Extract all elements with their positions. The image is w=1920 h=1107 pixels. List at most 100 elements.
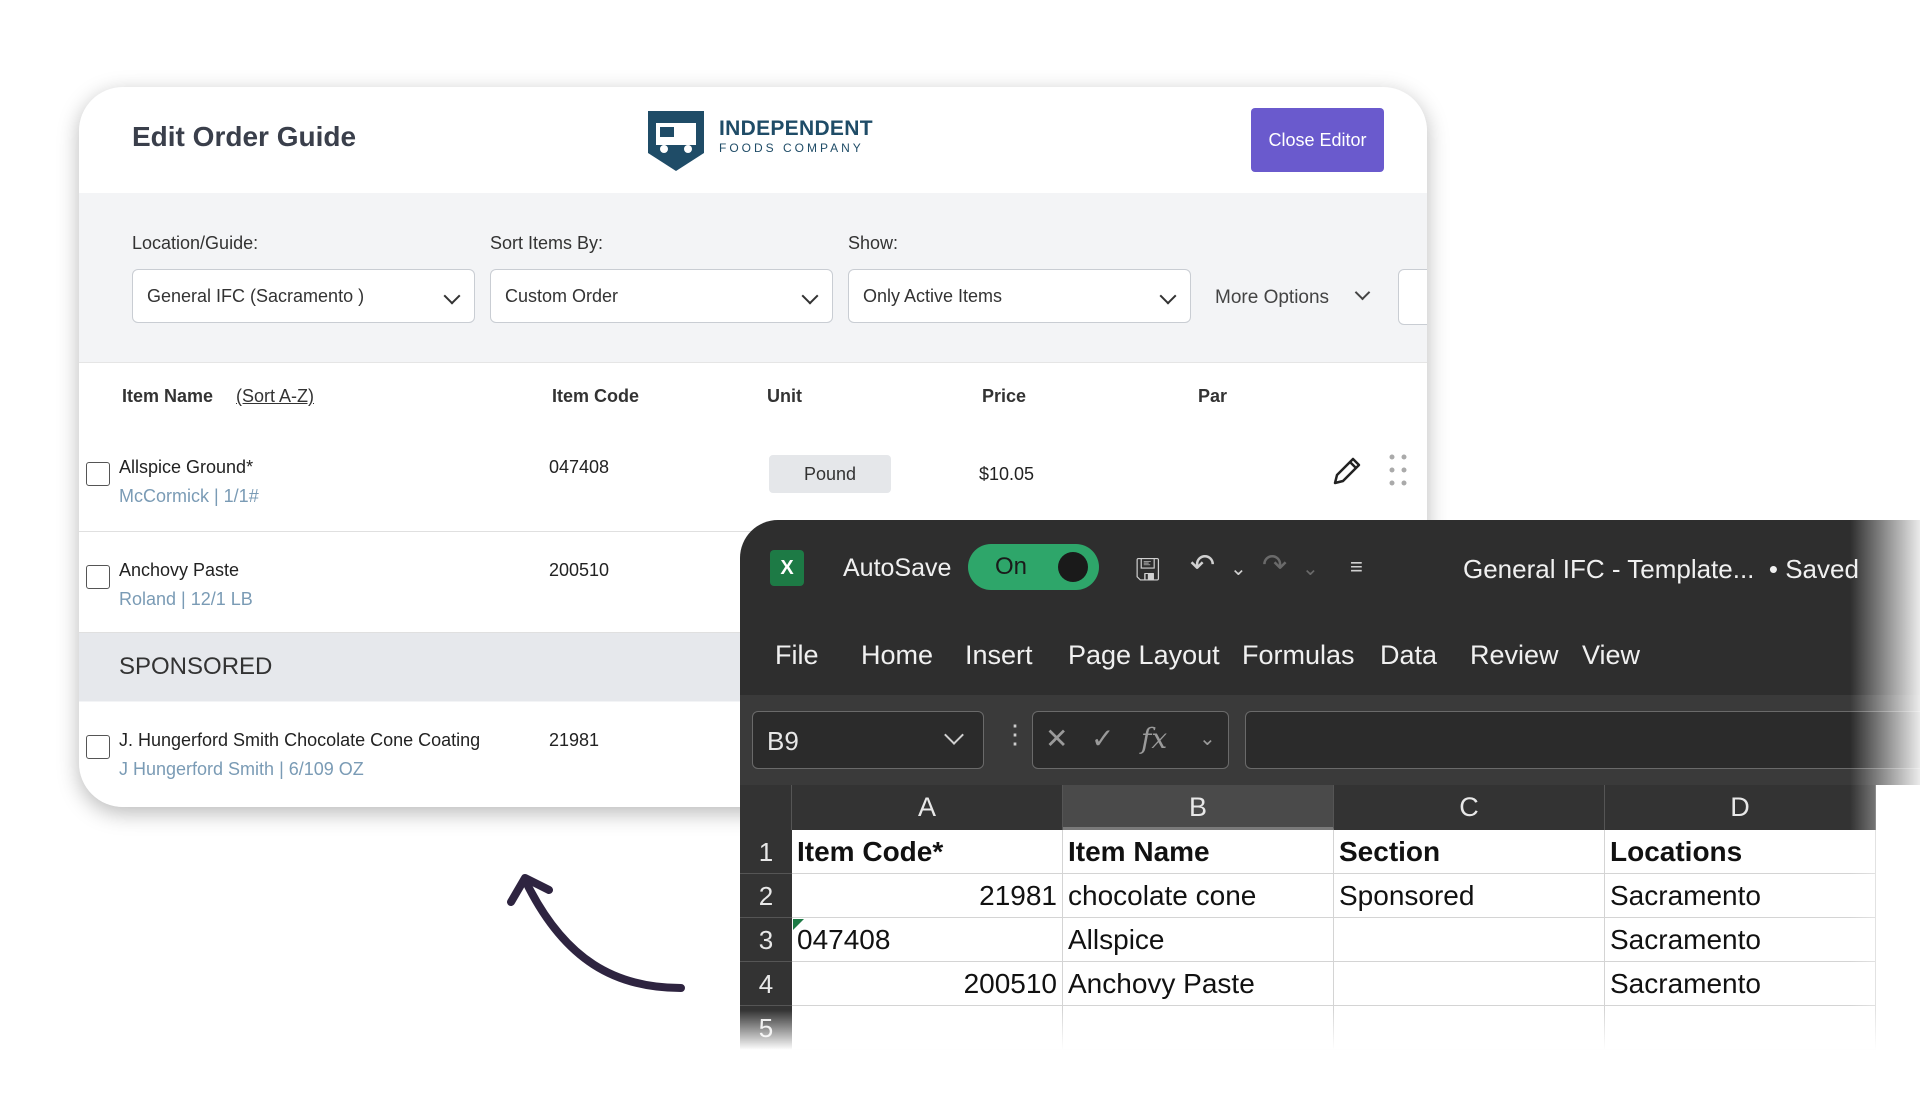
chevron-down-icon	[1354, 284, 1371, 301]
formula-bar: B9 ⋮ ✕ ✓ fx ⌄	[740, 695, 1920, 785]
column-item-name: Item Name	[122, 386, 214, 406]
item-brand-pack: J Hungerford Smith | 6/109 OZ	[119, 759, 364, 779]
page-title: Edit Order Guide	[132, 121, 357, 152]
truck-shield-icon	[648, 111, 704, 171]
row-header-4[interactable]: 4	[740, 962, 792, 1006]
chevron-down-icon[interactable]: ⌄	[1199, 726, 1216, 751]
confirm-icon[interactable]: ✓	[1091, 722, 1114, 755]
item-price: $10.05	[979, 464, 1035, 484]
cell-c3[interactable]	[1334, 918, 1605, 962]
chevron-down-icon	[801, 287, 819, 305]
spreadsheet-grid: A B C D 1 2 3 4 5 Item Code* Item Name S…	[740, 785, 1920, 1050]
menu-review[interactable]: Review	[1470, 640, 1559, 671]
section-label: SPONSORED	[119, 653, 273, 680]
menu-file[interactable]: File	[775, 640, 819, 671]
autosave-label: AutoSave	[843, 554, 952, 582]
cancel-icon[interactable]: ✕	[1045, 722, 1068, 755]
pencil-icon[interactable]	[1329, 453, 1365, 489]
menu-page-layout[interactable]: Page Layout	[1068, 640, 1220, 671]
chevron-down-icon	[944, 725, 964, 745]
cell-b1[interactable]: Item Name	[1063, 830, 1334, 874]
menu-view[interactable]: View	[1582, 640, 1640, 671]
chevron-down-icon[interactable]: ⌄	[1230, 556, 1247, 581]
cell-a2[interactable]: 21981	[792, 874, 1063, 918]
cell-c4[interactable]	[1334, 962, 1605, 1006]
menu-data[interactable]: Data	[1380, 640, 1437, 671]
column-unit: Unit	[767, 386, 802, 406]
insert-function-icon[interactable]: fx	[1141, 722, 1167, 755]
sort-value: Custom Order	[505, 286, 619, 306]
cell-b3[interactable]: Allspice	[1063, 918, 1334, 962]
row-checkbox[interactable]	[86, 462, 110, 486]
formula-controls: ✕ ✓ fx ⌄	[1032, 711, 1229, 769]
chevron-down-icon[interactable]: ⌄	[1302, 556, 1319, 581]
close-editor-button[interactable]: Close Editor	[1251, 108, 1384, 172]
column-price: Price	[982, 386, 1027, 406]
editor-header: Edit Order Guide INDEPENDENT FOODS COMPA…	[79, 87, 1427, 194]
item-name: Allspice Ground*	[119, 457, 254, 477]
item-brand-pack: McCormick | 1/1#	[119, 486, 259, 506]
customize-toolbar-icon[interactable]: ≡	[1350, 554, 1363, 580]
column-header-c[interactable]: C	[1334, 785, 1605, 830]
location-select[interactable]: General IFC (Sacramento )	[132, 269, 475, 323]
item-code: 047408	[549, 457, 610, 477]
cell-b4[interactable]: Anchovy Paste	[1063, 962, 1334, 1006]
company-logo: INDEPENDENT FOODS COMPANY	[642, 107, 873, 175]
sort-select[interactable]: Custom Order	[490, 269, 833, 323]
row-checkbox[interactable]	[86, 565, 110, 589]
cell-b2[interactable]: chocolate cone	[1063, 874, 1334, 918]
drag-handle-icon[interactable]	[1387, 451, 1409, 489]
cell-a3[interactable]: 047408	[792, 918, 1063, 962]
menu-formulas[interactable]: Formulas	[1242, 640, 1355, 671]
toggle-knob	[1058, 552, 1088, 582]
logo-text-primary: INDEPENDENT	[719, 117, 873, 140]
cell-d3[interactable]: Sacramento	[1605, 918, 1876, 962]
location-value: General IFC (Sacramento )	[147, 286, 365, 306]
item-brand-pack: Roland | 12/1 LB	[119, 589, 253, 609]
cell-c1[interactable]: Section	[1334, 830, 1605, 874]
item-code: 21981	[549, 730, 600, 750]
document-title[interactable]: General IFC - Template... • Saved	[1463, 554, 1859, 585]
excel-window: X AutoSave On 🖫 ↶ ⌄ ↷ ⌄ ≡ General IFC - …	[740, 520, 1920, 1050]
cell-d2[interactable]: Sacramento	[1605, 874, 1876, 918]
cell-d4[interactable]: Sacramento	[1605, 962, 1876, 1006]
extra-select[interactable]	[1398, 269, 1427, 325]
autosave-toggle[interactable]: On	[968, 544, 1099, 590]
table-row: Allspice Ground* McCormick | 1/1# 047408…	[79, 429, 1427, 532]
excel-logo-icon: X	[770, 550, 804, 586]
sort-a-z-link[interactable]: (Sort A-Z)	[236, 386, 314, 407]
redo-icon[interactable]: ↷	[1262, 548, 1287, 583]
menu-home[interactable]: Home	[861, 640, 933, 671]
select-all-corner[interactable]	[740, 785, 792, 830]
table-header: Item Name (Sort A-Z) Item Code Unit Pric…	[79, 362, 1427, 430]
more-icon[interactable]: ⋮	[1002, 719, 1028, 750]
row-checkbox[interactable]	[86, 735, 110, 759]
show-select[interactable]: Only Active Items	[848, 269, 1191, 323]
cell-d1[interactable]: Locations	[1605, 830, 1876, 874]
column-header-d[interactable]: D	[1605, 785, 1876, 830]
name-box[interactable]: B9	[752, 711, 984, 769]
item-code: 200510	[549, 560, 610, 580]
show-value: Only Active Items	[863, 286, 1003, 306]
save-icon[interactable]: 🖫	[1135, 548, 1161, 599]
undo-icon[interactable]: ↶	[1190, 548, 1215, 583]
column-header-b[interactable]: B	[1063, 785, 1334, 830]
column-header-a[interactable]: A	[792, 785, 1063, 830]
more-options-button[interactable]: More Options	[1215, 287, 1329, 309]
item-name: J. Hungerford Smith Chocolate Cone Coati…	[119, 730, 481, 750]
row-header-3[interactable]: 3	[740, 918, 792, 962]
formula-input[interactable]	[1245, 711, 1920, 769]
document-name: General IFC - Template...	[1463, 554, 1755, 584]
cell-a4[interactable]: 200510	[792, 962, 1063, 1006]
excel-title-bar: X AutoSave On 🖫 ↶ ⌄ ↷ ⌄ ≡ General IFC - …	[740, 520, 1920, 695]
sort-label: Sort Items By:	[490, 233, 604, 253]
row-header-2[interactable]: 2	[740, 874, 792, 918]
menu-insert[interactable]: Insert	[965, 640, 1033, 671]
row-header-1[interactable]: 1	[740, 830, 792, 874]
cell-c2[interactable]: Sponsored	[1334, 874, 1605, 918]
unit-badge: Pound	[769, 455, 891, 493]
error-indicator-icon	[793, 919, 804, 930]
cell-a1[interactable]: Item Code*	[792, 830, 1063, 874]
bottom-fade	[740, 1010, 1920, 1050]
location-label: Location/Guide:	[132, 233, 259, 253]
